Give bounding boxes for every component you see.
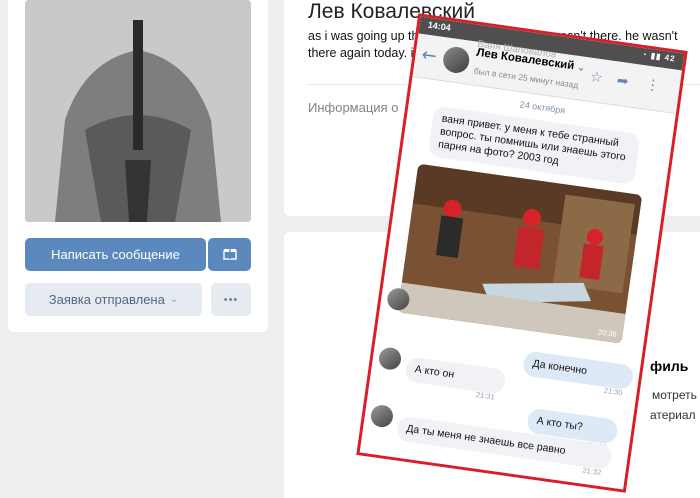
message-time: 21:31 [475,390,496,402]
message-text: А кто ты? [535,414,584,434]
request-sent-label: Заявка отправлена [48,292,165,307]
gift-icon [222,246,237,263]
more-actions-button[interactable]: ••• [211,283,251,316]
sender-avatar[interactable] [377,346,403,372]
write-message-button[interactable]: Написать сообщение [25,238,206,271]
materials-link[interactable]: атериал [650,408,696,422]
friend-request-sent-button[interactable]: Заявка отправлена ⌄ [25,283,202,316]
more-icon: ••• [223,293,239,306]
message-outgoing[interactable]: Да конечно 21:30 [521,350,635,397]
sender-avatar[interactable] [369,403,395,429]
message-text: ваня привет. у меня к тебе странный вопр… [437,112,627,168]
kebab-menu-icon[interactable]: ⋮ [645,77,661,95]
message-text: Да конечно [531,357,588,378]
profile-info-link[interactable]: Информация о [308,100,398,115]
profile-photo[interactable] [25,0,251,222]
message-time: 21:32 [581,465,602,478]
share-icon[interactable]: ➦ [616,73,630,90]
star-icon[interactable]: ☆ [589,69,604,87]
chat-body: 24 октября ваня привет. у меня к тебе ст… [359,78,676,492]
chevron-down-icon: ⌄ [169,294,179,305]
message-photo[interactable]: 20:36 [397,163,643,344]
message-incoming[interactable]: А кто он 21:31 [404,356,507,402]
gift-button[interactable] [208,238,251,271]
status-time: 14:04 [427,19,452,33]
profile-section-title: филь [650,358,689,374]
status-indicators: ◔ ▮▮ 42 [641,49,677,64]
chat-avatar[interactable] [441,45,471,75]
chevron-down-icon: ⌄ [576,61,586,73]
profile-photo-image [25,0,251,222]
back-arrow-icon[interactable]: ← [420,44,438,67]
message-photo-image [397,163,643,344]
view-link[interactable]: мотреть [652,388,697,402]
write-message-label: Написать сообщение [51,247,180,262]
message-text: А кто он [413,363,455,381]
message-time: 21:30 [603,385,624,398]
